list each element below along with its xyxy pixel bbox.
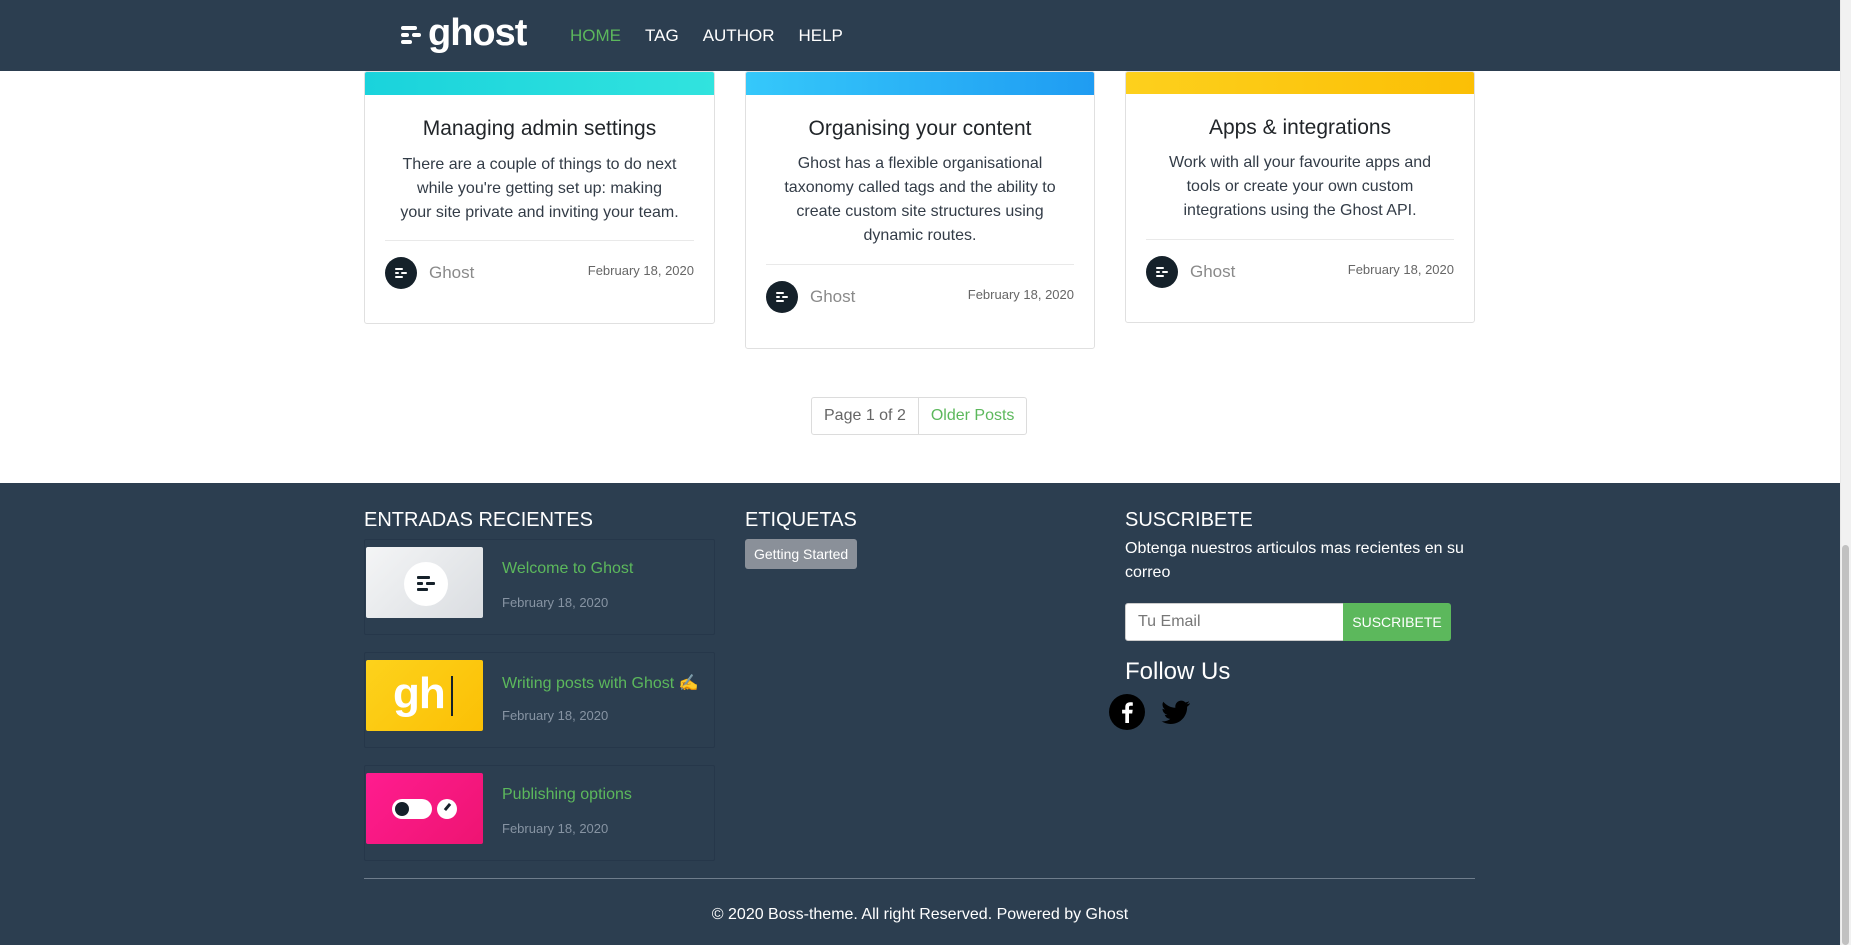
card-author[interactable]: Ghost [429, 263, 474, 283]
gh-thumb-text: gh [393, 669, 446, 718]
top-navbar: ghost HOME TAG AUTHOR HELP [0, 0, 1840, 71]
recent-post-date: February 18, 2020 [502, 595, 609, 610]
post-thumbnail[interactable] [366, 773, 483, 844]
main-nav: HOME TAG AUTHOR HELP [570, 0, 867, 71]
copyright-text: © 2020 Boss-theme. All right Reserved. P… [711, 906, 1129, 923]
card-date: February 18, 2020 [967, 287, 1074, 302]
card-color-bar [365, 72, 714, 95]
scrollbar-thumb[interactable] [1842, 545, 1849, 945]
post-card[interactable]: Organising your content Ghost has a flex… [745, 71, 1095, 349]
card-divider [766, 264, 1074, 265]
card-color-bar [1126, 72, 1474, 94]
card-title[interactable]: Apps & integrations [1126, 116, 1474, 140]
card-color-bar [746, 72, 1094, 95]
nav-home[interactable]: HOME [570, 26, 621, 46]
recent-post-title[interactable]: Writing posts with Ghost ✍️ [502, 673, 699, 693]
card-author[interactable]: Ghost [810, 287, 855, 307]
nav-tag[interactable]: TAG [645, 26, 679, 46]
site-footer: ENTRADAS RECIENTES Welcome to Ghost Febr… [0, 483, 1840, 945]
card-divider [1146, 239, 1454, 240]
subscribe-heading: SUSCRIBETE [1125, 509, 1253, 531]
recent-post-item[interactable]: Publishing options February 18, 2020 [364, 765, 715, 861]
subscribe-button[interactable]: SUSCRIBETE [1343, 603, 1451, 641]
nav-author[interactable]: AUTHOR [703, 26, 775, 46]
post-card[interactable]: Managing admin settings There are a coup… [364, 71, 715, 324]
card-author[interactable]: Ghost [1190, 262, 1235, 282]
recent-post-item[interactable]: Welcome to Ghost February 18, 2020 [364, 539, 715, 635]
card-date: February 18, 2020 [1347, 262, 1454, 277]
recent-post-date: February 18, 2020 [502, 708, 609, 723]
facebook-icon[interactable] [1109, 694, 1145, 730]
card-title[interactable]: Organising your content [746, 117, 1094, 141]
author-avatar[interactable] [1146, 256, 1178, 288]
subscribe-description: Obtenga nuestros articulos mas recientes… [1125, 540, 1464, 581]
pagination: Page 1 of 2 Older Posts [811, 397, 1028, 435]
post-thumbnail[interactable]: gh [366, 660, 483, 731]
nav-help[interactable]: HELP [798, 26, 842, 46]
page-info: Page 1 of 2 [812, 398, 919, 434]
recent-post-title[interactable]: Welcome to Ghost [502, 560, 633, 578]
ghost-logo-icon [401, 24, 423, 46]
card-excerpt: Ghost has a flexible organisational taxo… [784, 155, 1056, 244]
ghost-logo-icon [404, 562, 448, 606]
logo-text: ghost [428, 12, 527, 54]
email-field[interactable] [1125, 603, 1344, 641]
tag-getting-started[interactable]: Getting Started [745, 539, 858, 569]
text-cursor [451, 676, 453, 716]
twitter-icon[interactable] [1157, 694, 1193, 730]
recent-post-date: February 18, 2020 [502, 821, 609, 836]
page-scrollbar[interactable] [1840, 0, 1851, 945]
tags-heading: ETIQUETAS [745, 509, 857, 531]
recent-post-item[interactable]: gh Writing posts with Ghost ✍️ February … [364, 652, 715, 748]
footer-divider [364, 878, 1475, 879]
dial-icon [437, 799, 457, 819]
post-thumbnail[interactable] [366, 547, 483, 618]
toggle-icon [392, 799, 432, 819]
older-posts-link[interactable]: Older Posts [919, 398, 1027, 434]
author-avatar[interactable] [766, 281, 798, 313]
recent-post-title[interactable]: Publishing options [502, 786, 632, 804]
card-excerpt: There are a couple of things to do next … [400, 156, 679, 221]
card-title[interactable]: Managing admin settings [365, 117, 714, 141]
post-card[interactable]: Apps & integrations Work with all your f… [1125, 71, 1475, 323]
card-excerpt: Work with all your favourite apps and to… [1168, 154, 1432, 219]
follow-us-heading: Follow Us [1125, 658, 1231, 685]
site-logo[interactable]: ghost [401, 12, 527, 54]
author-avatar[interactable] [385, 257, 417, 289]
card-divider [385, 240, 694, 241]
card-date: February 18, 2020 [587, 263, 694, 278]
recent-posts-heading: ENTRADAS RECIENTES [364, 509, 593, 531]
